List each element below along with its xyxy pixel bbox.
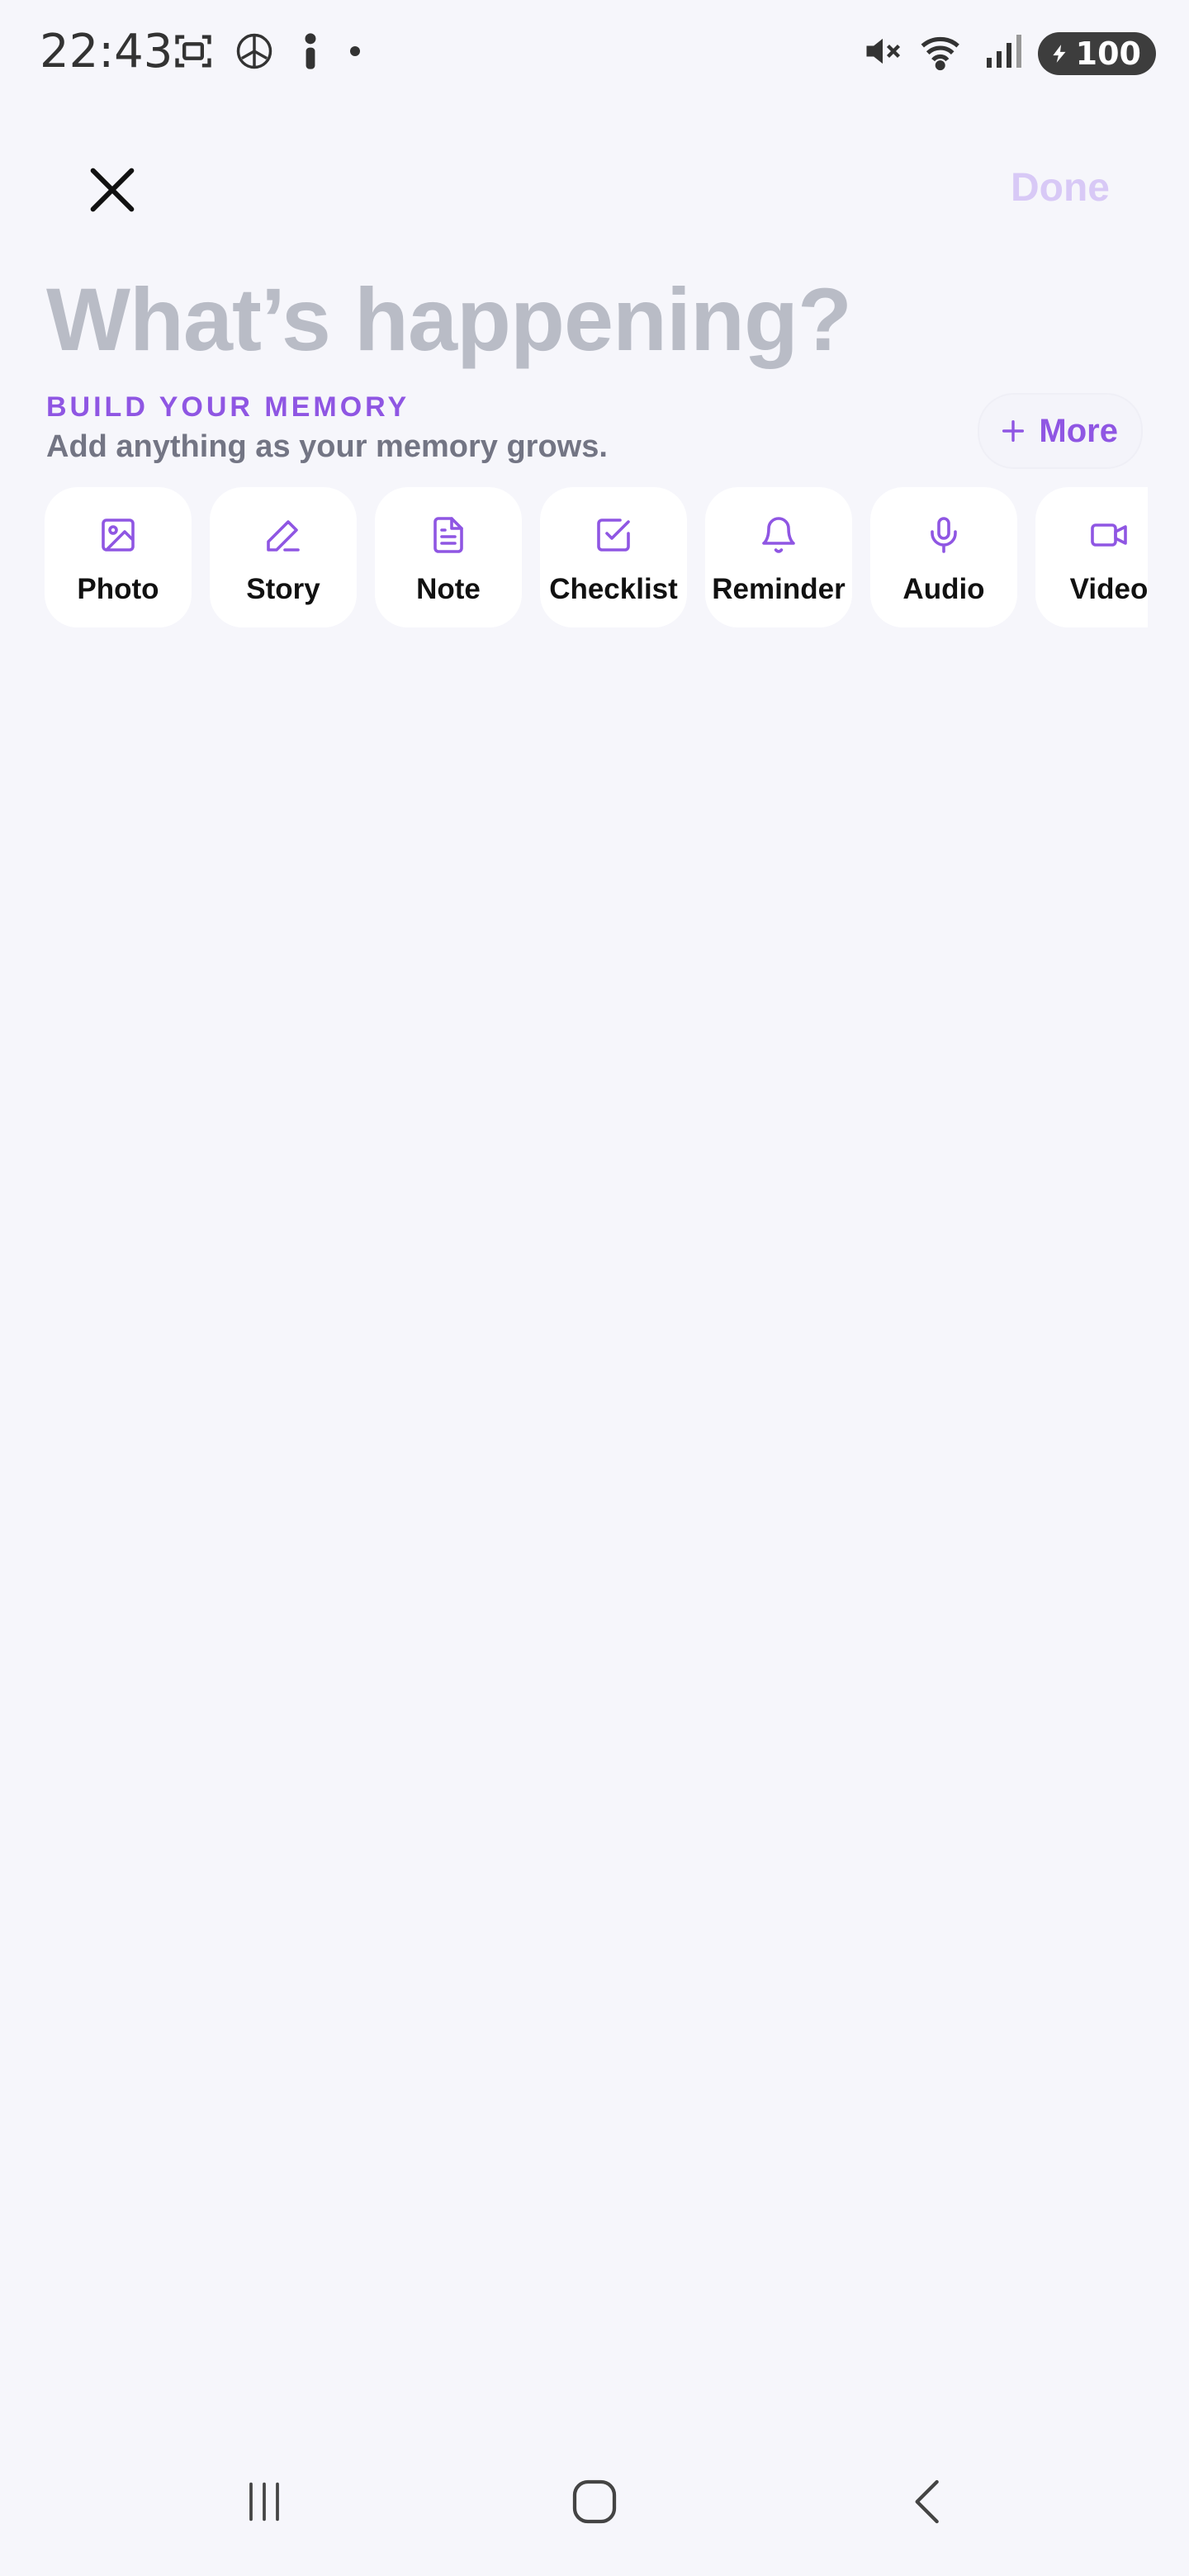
home-icon [572, 2479, 617, 2524]
home-button[interactable] [545, 2460, 644, 2543]
status-icons-right: 100 [861, 30, 1156, 77]
video-icon [1086, 512, 1132, 558]
action-checklist[interactable]: Checklist [540, 487, 687, 627]
more-label: More [1039, 412, 1118, 449]
recent-apps-icon [249, 2482, 279, 2522]
action-audio[interactable]: Audio [870, 487, 1017, 627]
mute-icon [861, 30, 904, 77]
system-nav-bar [0, 2460, 1189, 2543]
close-button[interactable] [79, 157, 145, 223]
screenshot-icon [172, 30, 215, 77]
microphone-icon [921, 512, 967, 558]
bell-icon [756, 512, 802, 558]
composer-title-placeholder[interactable]: What’s happening? [46, 268, 852, 371]
signal-icon [983, 30, 1023, 77]
battery-icon: 100 [1037, 31, 1156, 75]
action-label: Note [416, 573, 481, 605]
pencil-icon [260, 512, 306, 558]
checkbox-icon [590, 512, 637, 558]
action-label: Video [1069, 573, 1148, 605]
action-story[interactable]: Story [210, 487, 357, 627]
action-label: Reminder [712, 573, 846, 605]
done-button[interactable]: Done [1011, 165, 1110, 211]
action-label: Checklist [549, 573, 678, 605]
recent-apps-button[interactable] [215, 2460, 314, 2543]
memory-actions: Photo Story Note Checklist Reminder Audi… [45, 487, 1148, 627]
info-icon [294, 30, 327, 77]
status-icons-left [172, 30, 365, 77]
chatgpt-icon [233, 30, 276, 77]
wifi-icon [919, 30, 969, 77]
dot-icon [345, 41, 365, 65]
battery-level: 100 [1075, 35, 1141, 72]
action-label: Photo [77, 573, 159, 605]
build-memory-subtitle: Add anything as your memory grows. [46, 429, 608, 464]
back-icon [915, 2479, 939, 2524]
status-time: 22:43 [40, 25, 173, 78]
back-button[interactable] [879, 2460, 978, 2543]
action-note[interactable]: Note [375, 487, 522, 627]
document-icon [425, 512, 471, 558]
build-memory-label: BUILD YOUR MEMORY [46, 391, 410, 423]
more-button[interactable]: More [978, 393, 1143, 469]
action-video[interactable]: Video [1035, 487, 1148, 627]
plus-icon [1002, 419, 1025, 443]
image-icon [95, 512, 141, 558]
action-photo[interactable]: Photo [45, 487, 192, 627]
close-icon [90, 168, 135, 212]
action-label: Audio [902, 573, 985, 605]
status-bar: 22:43 100 [0, 0, 1189, 116]
action-reminder[interactable]: Reminder [705, 487, 852, 627]
action-label: Story [246, 573, 320, 605]
